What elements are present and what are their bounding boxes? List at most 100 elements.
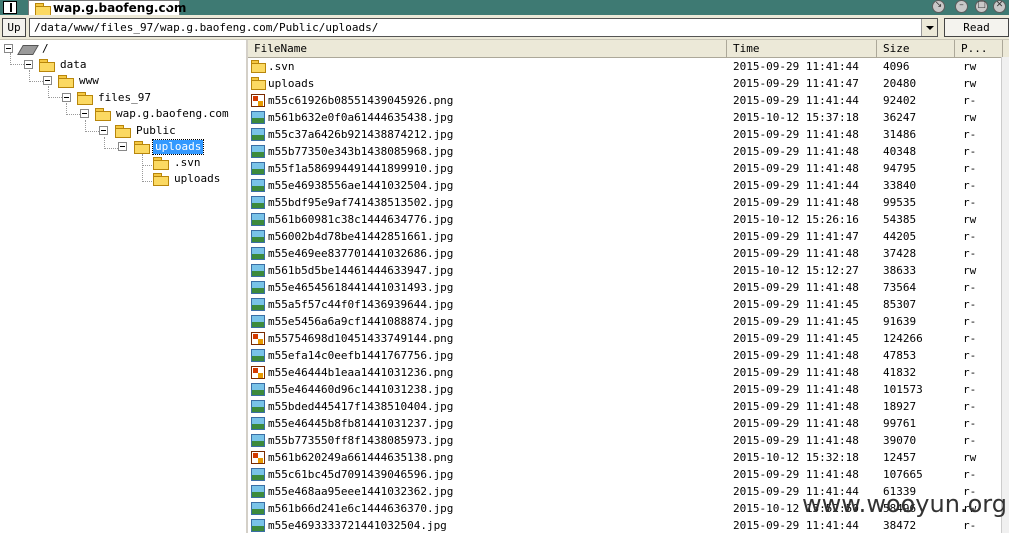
tree-node-svn[interactable]: .svn — [153, 156, 233, 170]
file-size-cell: 37428 — [883, 247, 917, 260]
file-time-cell: 2015-09-29 11:41:48 — [733, 196, 859, 209]
file-list: FileName Time Size P... .svn 2015-09-29 1… — [248, 40, 1009, 533]
tree-label: Public — [136, 124, 176, 137]
table-row[interactable]: m55754698d10451433749144.png 2015-09-29 1… — [248, 330, 1002, 347]
close-button[interactable]: ✕ — [993, 0, 1006, 13]
table-row[interactable]: m55b773550ff8f1438085973.jpg 2015-09-29 1… — [248, 432, 1002, 449]
vertical-scrollbar[interactable] — [1001, 57, 1009, 533]
table-row[interactable]: m55e46938556ae1441032504.jpg 2015-09-29 1… — [248, 177, 1002, 194]
list-header: FileName Time Size P... — [248, 40, 1009, 58]
tree-label: .svn — [174, 156, 201, 169]
file-time-cell: 2015-10-12 15:26:16 — [733, 213, 859, 226]
tree-node-files-97[interactable]: files_97 — [62, 91, 172, 105]
jpg-file-icon — [251, 485, 265, 498]
tree-node-root[interactable]: / — [4, 42, 84, 56]
table-row[interactable]: m55e469ee837701441032686.jpg 2015-09-29 1… — [248, 245, 1002, 262]
png-file-icon — [251, 94, 265, 107]
file-name-cell: m561b632e0f0a61444635438.jpg — [268, 111, 454, 124]
column-header-size[interactable]: Size — [877, 40, 955, 57]
file-name-cell: m55e46444b1eaa1441031236.png — [268, 366, 454, 379]
column-header-filename[interactable]: FileName — [248, 40, 727, 57]
table-row[interactable]: m55c37a6426b921438874212.jpg 2015-09-29 1… — [248, 126, 1002, 143]
file-name-cell: m55e4693333721441032504.jpg — [268, 519, 447, 532]
tab-site[interactable]: wap.g.baofeng.com — [28, 0, 186, 16]
jpg-file-icon — [251, 111, 265, 124]
table-row[interactable]: m55e4693333721441032504.jpg 2015-09-29 11… — [248, 517, 1002, 533]
minimize-button[interactable]: – — [955, 0, 968, 13]
file-time-cell: 2015-10-12 15:37:18 — [733, 111, 859, 124]
jpg-file-icon — [251, 434, 265, 447]
file-time-cell: 2015-09-29 11:41:48 — [733, 417, 859, 430]
app-icon — [3, 1, 17, 14]
file-size-cell: 73564 — [883, 281, 917, 294]
table-row[interactable]: m55a5f57c44f0f1436939644.jpg 2015-09-29 1… — [248, 296, 1002, 313]
tree-label-selected: uploads — [151, 139, 205, 155]
collapse-icon[interactable] — [4, 44, 13, 53]
table-row[interactable]: m55bded445417f1438510404.jpg 2015-09-29 1… — [248, 398, 1002, 415]
file-size-cell: 92402 — [883, 94, 917, 107]
tree-node-site[interactable]: wap.g.baofeng.com — [80, 107, 245, 121]
jpg-file-icon — [251, 400, 265, 413]
jpg-file-icon — [251, 502, 265, 515]
read-button[interactable]: Read — [944, 18, 1009, 37]
file-time-cell: 2015-10-12 15:12:27 — [733, 264, 859, 277]
table-row[interactable]: m561b5d5be14461444633947.jpg 2015-10-12 1… — [248, 262, 1002, 279]
table-row[interactable]: m55e5456a6a9cf1441088874.jpg 2015-09-29 1… — [248, 313, 1002, 330]
tree-node-uploads[interactable]: uploads — [118, 139, 218, 155]
tab-close-icon[interactable]: ✕ — [162, 0, 172, 14]
table-row[interactable]: m561b632e0f0a61444635438.jpg 2015-10-12 1… — [248, 109, 1002, 126]
table-row[interactable]: m55b77350e343b1438085968.jpg 2015-09-29 1… — [248, 143, 1002, 160]
collapse-icon[interactable] — [43, 76, 52, 85]
table-row[interactable]: m55c61bc45d7091439046596.jpg 2015-09-29 1… — [248, 466, 1002, 483]
pin-icon[interactable]: ↘ — [932, 0, 945, 13]
file-time-cell: 2015-09-29 11:41:48 — [733, 434, 859, 447]
file-name-cell: m55e46938556ae1441032504.jpg — [268, 179, 454, 192]
table-row[interactable]: m56002b4d78be41442851661.jpg 2015-09-29 1… — [248, 228, 1002, 245]
table-row[interactable]: m55e46445b8fb81441031237.jpg 2015-09-29 1… — [248, 415, 1002, 432]
table-row[interactable]: m561b60981c38c1444634776.jpg 2015-10-12 1… — [248, 211, 1002, 228]
file-time-cell: 2015-09-29 11:41:44 — [733, 519, 859, 532]
table-row[interactable]: m55bdf95e9af741438513502.jpg 2015-09-29 1… — [248, 194, 1002, 211]
folder-icon — [77, 92, 93, 105]
up-button[interactable]: Up — [2, 18, 26, 37]
table-row[interactable]: m55efa14c0eefb1441767756.jpg 2015-09-29 1… — [248, 347, 1002, 364]
folder-icon — [115, 125, 131, 138]
jpg-file-icon — [251, 128, 265, 141]
column-header-permissions[interactable]: P... — [955, 40, 1003, 57]
table-row[interactable]: m561b620249a661444635138.png 2015-10-12 1… — [248, 449, 1002, 466]
tree-node-public[interactable]: Public — [99, 124, 199, 138]
file-size-cell: 94795 — [883, 162, 917, 175]
tree-node-uploads-child[interactable]: uploads — [153, 172, 243, 186]
tree-label: data — [60, 58, 87, 71]
table-row[interactable]: .svn 2015-09-29 11:41:44 4096 rw — [248, 58, 1002, 75]
table-row[interactable]: m55e464460d96c1441031238.jpg 2015-09-29 1… — [248, 381, 1002, 398]
folder-icon — [251, 77, 266, 90]
jpg-file-icon — [251, 264, 265, 277]
collapse-icon[interactable] — [24, 60, 33, 69]
table-row[interactable]: m55c61926b08551439045926.png 2015-09-29 1… — [248, 92, 1002, 109]
maximize-button[interactable]: □ — [975, 0, 988, 13]
table-row[interactable]: m55e46545618441441031493.jpg 2015-09-29 1… — [248, 279, 1002, 296]
title-bar: wap.g.baofeng.com ✕ ↘ – □ ✕ — [0, 0, 1009, 16]
path-input[interactable]: /data/www/files_97/wap.g.baofeng.com/Pub… — [34, 19, 378, 36]
file-permission-cell: rw — [963, 77, 977, 90]
file-name-cell: m55b77350e343b1438085968.jpg — [268, 145, 454, 158]
file-permission-cell: r- — [963, 145, 977, 158]
file-name-cell: m561b66d241e6c1444636370.jpg — [268, 502, 454, 515]
jpg-file-icon — [251, 281, 265, 294]
collapse-icon[interactable] — [62, 93, 71, 102]
table-row[interactable]: m55e46444b1eaa1441031236.png 2015-09-29 1… — [248, 364, 1002, 381]
file-name-cell: m55e46545618441441031493.jpg — [268, 281, 454, 294]
file-time-cell: 2015-09-29 11:41:48 — [733, 145, 859, 158]
column-header-time[interactable]: Time — [727, 40, 877, 57]
chevron-down-icon[interactable] — [921, 19, 937, 36]
collapse-icon[interactable] — [118, 142, 127, 151]
collapse-icon[interactable] — [80, 109, 89, 118]
table-row[interactable]: uploads 2015-09-29 11:41:47 20480 rw — [248, 75, 1002, 92]
table-row[interactable]: m55f1a586994491441899910.jpg 2015-09-29 1… — [248, 160, 1002, 177]
collapse-icon[interactable] — [99, 126, 108, 135]
file-permission-cell: r- — [963, 247, 977, 260]
tree-node-data[interactable]: data — [24, 58, 104, 72]
path-combobox[interactable]: /data/www/files_97/wap.g.baofeng.com/Pub… — [29, 18, 938, 37]
tree-node-www[interactable]: www — [43, 74, 123, 88]
